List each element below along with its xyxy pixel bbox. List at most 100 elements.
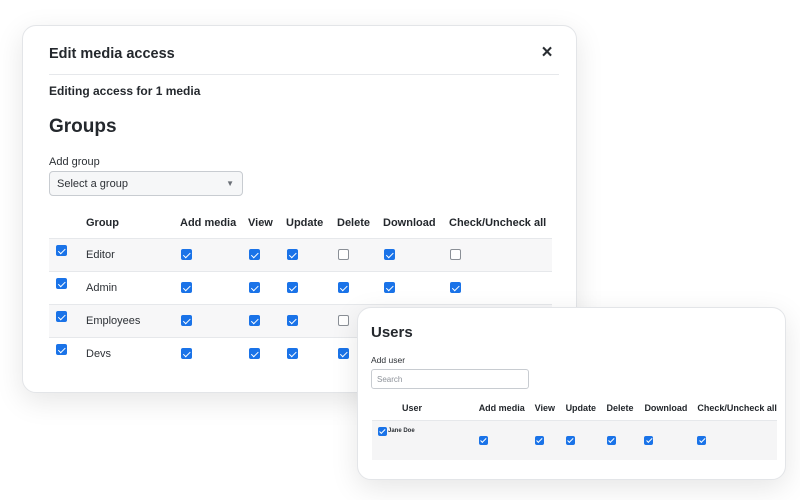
checkbox-view[interactable]	[249, 315, 260, 327]
group-name: Employees	[86, 303, 180, 337]
checkbox-update[interactable]	[287, 282, 298, 294]
users-table-body: Jane Doe	[372, 419, 777, 460]
chevron-down-icon: ▼	[226, 179, 234, 188]
row-select-checkbox[interactable]	[56, 344, 67, 356]
users-table: User Add media View Update Delete Downlo…	[372, 396, 777, 460]
checkbox-view[interactable]	[249, 249, 260, 261]
permission-cell-view	[248, 270, 286, 304]
group-name: Devs	[86, 336, 180, 370]
checkbox-delete[interactable]	[338, 348, 349, 360]
column-header-check-uncheck-all: Check/Uncheck all	[697, 402, 777, 413]
checkbox-view[interactable]	[249, 348, 260, 360]
checkbox-update[interactable]	[565, 435, 575, 445]
permission-cell-download	[383, 270, 449, 304]
select-column-header	[372, 396, 388, 420]
column-header-group: Group	[86, 216, 119, 229]
permission-cell-add-media	[180, 336, 248, 370]
permission-cell-add-media	[478, 419, 535, 460]
column-header-delete: Delete	[337, 216, 371, 229]
checkbox-delete[interactable]	[338, 315, 349, 327]
row-select-cell	[49, 237, 86, 271]
checkbox-view[interactable]	[249, 282, 260, 294]
add-group-label: Add group	[49, 156, 100, 168]
permission-cell-update	[286, 270, 337, 304]
users-heading: Users	[371, 324, 413, 341]
add-user-label: Add user	[371, 355, 406, 365]
checkbox-view[interactable]	[534, 435, 544, 445]
row-select-checkbox[interactable]	[378, 426, 387, 436]
group-row: Editor	[49, 237, 552, 271]
row-select-checkbox[interactable]	[56, 245, 67, 257]
column-header-add-media: Add media	[180, 216, 237, 229]
permission-cell-view	[248, 336, 286, 370]
row-select-cell	[49, 270, 86, 304]
checkbox-download[interactable]	[384, 282, 395, 294]
group-name: Admin	[86, 270, 180, 304]
row-select-cell	[372, 419, 388, 460]
checkbox-update[interactable]	[287, 348, 298, 360]
checkbox-download[interactable]	[384, 249, 395, 261]
groups-heading: Groups	[49, 116, 117, 137]
user-row: Jane Doe	[372, 419, 777, 460]
permission-cell-check-uncheck-all	[697, 419, 777, 460]
permission-cell-check-uncheck-all	[449, 270, 552, 304]
permission-cell-add-media	[180, 237, 248, 271]
row-select-cell	[49, 336, 86, 370]
select-column-header	[49, 208, 86, 238]
row-select-cell	[49, 303, 86, 337]
row-select-checkbox[interactable]	[56, 278, 67, 290]
checkbox-delete[interactable]	[338, 249, 349, 261]
users-header-row: User Add media View Update Delete Downlo…	[372, 396, 777, 420]
column-header-view: View	[534, 402, 555, 413]
close-icon[interactable]: ×	[539, 43, 555, 63]
permission-cell-check-uncheck-all	[449, 237, 552, 271]
checkbox-add-media[interactable]	[181, 348, 192, 360]
column-header-download: Download	[644, 402, 688, 413]
checkbox-update[interactable]	[287, 315, 298, 327]
header-divider	[49, 74, 559, 75]
permission-cell-view	[248, 237, 286, 271]
permission-cell-view	[534, 419, 566, 460]
checkbox-update[interactable]	[287, 249, 298, 261]
column-header-download: Download	[383, 216, 436, 229]
group-name: Editor	[86, 237, 180, 271]
column-header-update: Update	[565, 402, 597, 413]
permission-cell-update	[286, 303, 337, 337]
user-name: Jane Doe	[387, 419, 479, 460]
column-header-user: User	[401, 402, 422, 413]
permission-cell-delete	[337, 270, 383, 304]
checkbox-check-uncheck-all[interactable]	[450, 249, 461, 261]
permission-cell-add-media	[180, 270, 248, 304]
checkbox-delete[interactable]	[606, 435, 616, 445]
checkbox-add-media[interactable]	[181, 315, 192, 327]
permission-cell-delete	[606, 419, 645, 460]
permission-cell-update	[565, 419, 607, 460]
checkbox-add-media[interactable]	[478, 435, 488, 445]
checkbox-check-uncheck-all[interactable]	[450, 282, 461, 294]
checkbox-add-media[interactable]	[181, 282, 192, 294]
checkbox-add-media[interactable]	[181, 249, 192, 261]
modal-title: Edit media access	[49, 46, 175, 62]
checkbox-check-uncheck-all[interactable]	[697, 435, 707, 445]
group-select[interactable]: Select a group ▼	[49, 171, 243, 196]
permission-cell-delete	[337, 237, 383, 271]
column-header-update: Update	[286, 216, 324, 229]
permission-cell-view	[248, 303, 286, 337]
checkbox-download[interactable]	[644, 435, 654, 445]
column-header-check-uncheck-all: Check/Uncheck all	[449, 216, 547, 229]
users-panel: Users Add user User Add media View Updat…	[357, 307, 786, 480]
column-header-delete: Delete	[606, 402, 634, 413]
group-select-value: Select a group	[57, 178, 128, 190]
permission-cell-download	[644, 419, 698, 460]
checkbox-delete[interactable]	[338, 282, 349, 294]
permission-cell-add-media	[180, 303, 248, 337]
group-row: Admin	[49, 270, 552, 304]
permission-cell-download	[383, 237, 449, 271]
column-header-add-media: Add media	[478, 402, 525, 413]
user-search-input[interactable]	[371, 369, 529, 389]
permission-cell-update	[286, 237, 337, 271]
column-header-view: View	[248, 216, 273, 229]
groups-header-row: Group Add media View Update Delete Downl…	[49, 208, 552, 238]
row-select-checkbox[interactable]	[56, 311, 67, 323]
permission-cell-update	[286, 336, 337, 370]
